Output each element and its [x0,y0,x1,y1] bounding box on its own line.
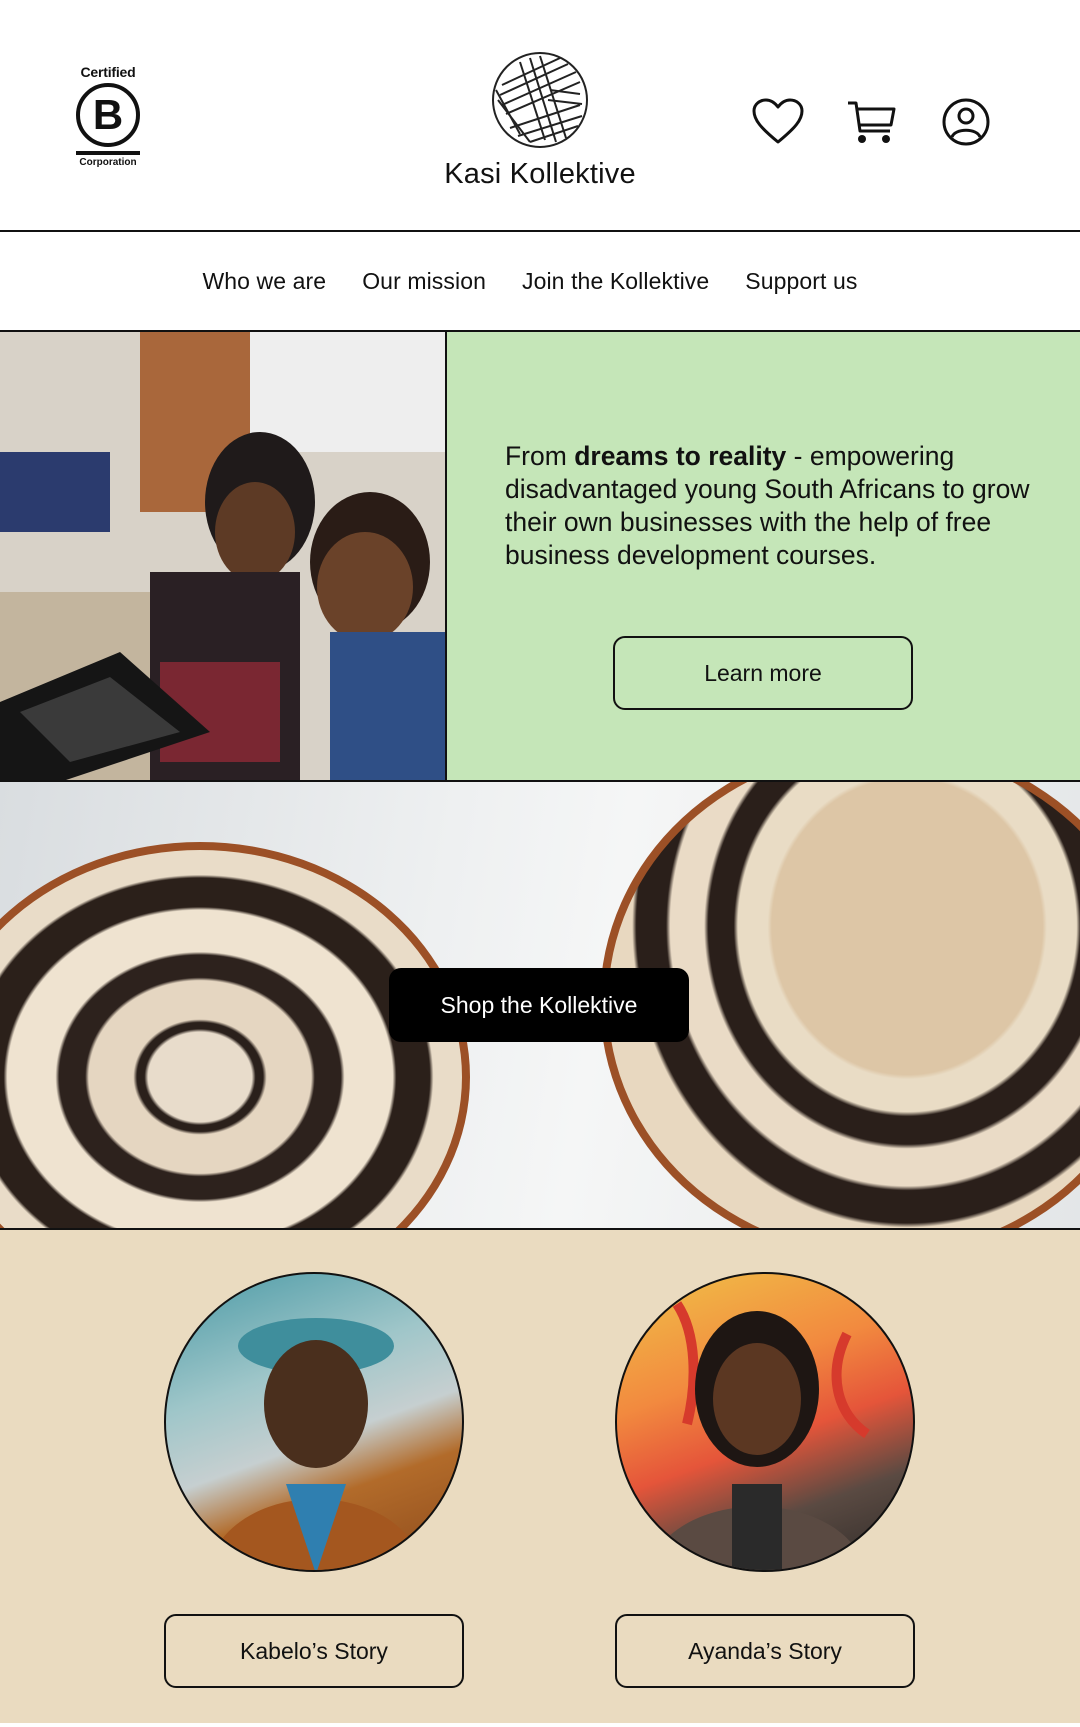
stories-section: Kabelo’s Story Ayanda’s Story [0,1230,1080,1723]
bcorp-certified-text: Certified [80,64,136,80]
cart-icon [848,101,896,143]
bcorp-letter: B [92,91,124,138]
story-card-kabelo: Kabelo’s Story [164,1272,464,1688]
nav-join-the-kollektive[interactable]: Join the Kollektive [522,268,709,295]
hero-photo-team-working [0,332,447,780]
hero-panel: From dreams to reality - empowering disa… [447,332,1080,780]
main-nav: Who we are Our mission Join the Kollekti… [0,232,1080,332]
ayanda-portrait[interactable] [615,1272,915,1572]
bcorp-corporation-text: Corporation [79,157,137,168]
hero-text-prefix: From [505,441,575,471]
kabelo-portrait[interactable] [164,1272,464,1572]
site-header: Certified B Corporation Kasi Kollektive [0,0,1080,232]
shop-the-kollektive-button[interactable]: Shop the Kollektive [389,968,689,1042]
kabelo-story-button[interactable]: Kabelo’s Story [164,1614,464,1688]
story-card-ayanda: Ayanda’s Story [615,1272,915,1688]
learn-more-button[interactable]: Learn more [613,636,913,710]
ayanda-story-button[interactable]: Ayanda’s Story [615,1614,915,1688]
user-icon [942,98,990,146]
nav-our-mission[interactable]: Our mission [362,268,486,295]
brand-name: Kasi Kollektive [444,158,636,190]
woven-ball-logo-icon [490,50,590,150]
shop-banner: Shop the Kollektive [0,782,1080,1230]
cart-button[interactable] [844,94,900,150]
brand[interactable]: Kasi Kollektive [420,50,660,191]
account-button[interactable] [938,94,994,150]
hero-text-bold: dreams to reality [574,441,787,471]
hero-section: From dreams to reality - empowering disa… [0,332,1080,782]
heart-icon [752,98,804,144]
nav-support-us[interactable]: Support us [745,268,857,295]
header-actions [750,94,994,150]
bcorp-bar [76,151,140,155]
certified-b-corporation-logo: Certified B Corporation [74,64,142,168]
hero-description: From dreams to reality - empowering disa… [505,440,1030,572]
bcorp-ring: B [76,83,140,147]
wishlist-button[interactable] [750,94,806,150]
nav-who-we-are[interactable]: Who we are [202,268,326,295]
